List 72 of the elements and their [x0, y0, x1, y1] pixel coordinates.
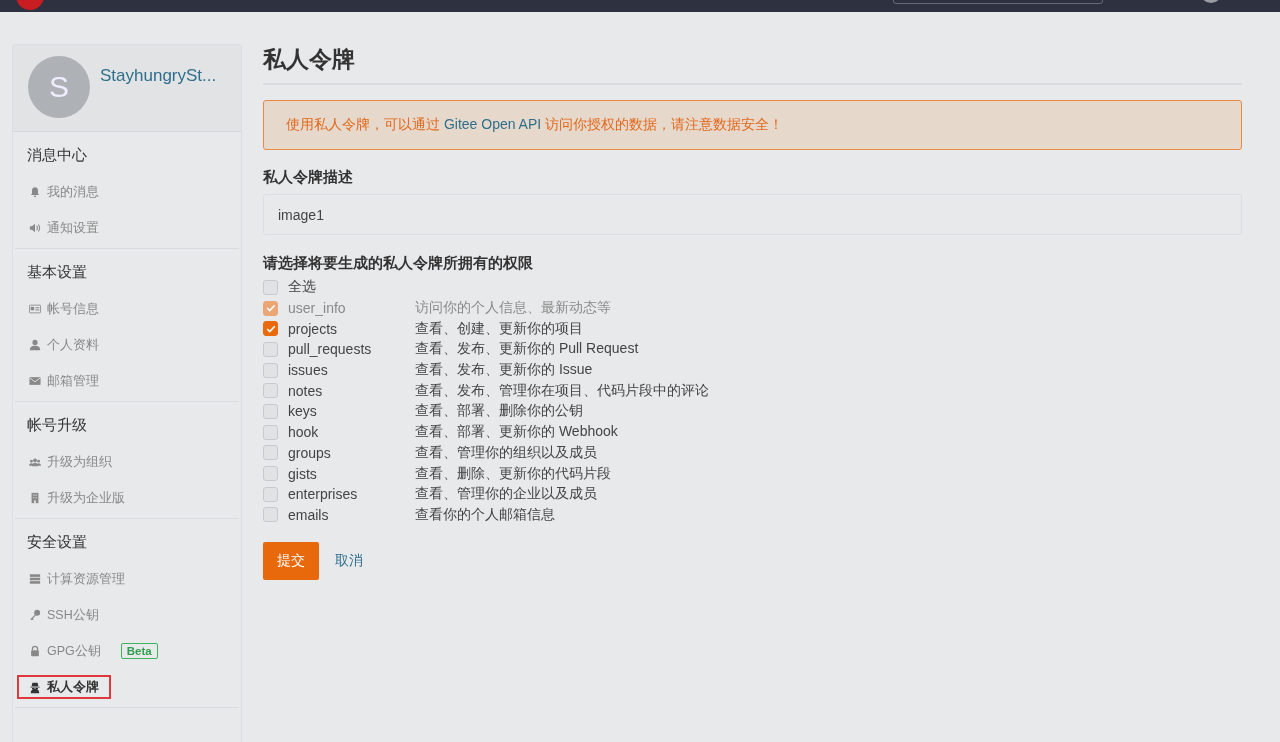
server-icon — [29, 573, 41, 585]
permission-name: keys — [288, 403, 318, 420]
permission-description: 查看、发布、更新你的 Issue — [415, 361, 593, 380]
permission-description: 查看、部署、更新你的 Webhook — [415, 423, 618, 442]
permissions-label: 请选择将要生成的私人令牌所拥有的权限 — [263, 254, 534, 273]
building-icon — [29, 492, 41, 504]
section-title: 基本设置 — [26, 263, 88, 282]
permission-checkbox[interactable] — [263, 445, 278, 461]
sidebar-item[interactable]: 通知设置 — [17, 213, 111, 243]
permission-name: issues — [288, 362, 329, 379]
bell-icon — [29, 186, 41, 198]
permission-description: 查看、管理你的企业以及成员 — [415, 485, 597, 504]
permission-checkbox[interactable] — [263, 383, 278, 399]
section-title: 安全设置 — [26, 533, 88, 552]
sidebar-item[interactable]: 升级为企业版 — [17, 483, 137, 513]
permission-checkbox[interactable] — [263, 486, 278, 502]
permission-description: 查看你的个人邮箱信息 — [415, 505, 555, 524]
sidebar-item[interactable]: 帐号信息 — [17, 294, 111, 324]
sidebar-item[interactable]: SSH公钥 — [17, 600, 111, 630]
id-card-icon — [29, 303, 41, 315]
api-link[interactable]: Gitee Open API — [443, 116, 542, 132]
section-title: 帐号升级 — [26, 416, 88, 435]
sidebar-item[interactable]: 我的消息 — [17, 177, 111, 207]
permission-checkbox[interactable] — [263, 424, 278, 440]
speaker-icon — [29, 222, 41, 234]
permission-checkbox[interactable] — [263, 362, 278, 378]
spy-icon — [29, 681, 41, 694]
section-title: 消息中心 — [26, 146, 88, 165]
select-all-checkbox[interactable] — [263, 279, 278, 295]
permission-name: emails — [288, 506, 330, 523]
permission-description: 访问你的个人信息、最新动态等 — [415, 299, 611, 318]
key-icon — [29, 609, 41, 621]
envelope-icon — [29, 375, 41, 387]
permission-description: 查看、发布、更新你的 Pull Request — [415, 340, 639, 359]
beta-badge: Beta — [120, 643, 158, 659]
permission-name: projects — [288, 320, 339, 337]
sidebar-item[interactable]: 个人资料 — [17, 330, 111, 360]
permission-description: 查看、删除、更新你的代码片段 — [415, 464, 611, 483]
username-link[interactable]: StayhungrySt... — [100, 66, 217, 121]
permission-description: 查看、部署、删除你的公钥 — [415, 402, 583, 421]
page-title: 私人令牌 — [263, 44, 1242, 85]
permission-checkbox[interactable] — [263, 466, 278, 482]
permission-checkbox[interactable] — [263, 321, 278, 337]
field-label: 私人令牌描述 — [263, 168, 354, 187]
sidebar-item[interactable]: 计算资源管理 — [17, 564, 137, 594]
sidebar-item[interactable]: GPG公钥 — [17, 636, 113, 666]
select-all-label: 全选 — [288, 278, 317, 297]
permission-name: notes — [288, 382, 324, 399]
permission-name: enterprises — [288, 486, 359, 503]
cancel-link[interactable]: 取消 — [335, 552, 363, 571]
permission-checkbox[interactable] — [263, 403, 278, 419]
sidebar-item[interactable]: 私人令牌 — [17, 675, 111, 699]
permission-name: user_info — [288, 300, 347, 317]
user-icon — [29, 339, 41, 351]
sidebar-item[interactable]: 升级为组织 — [17, 447, 124, 477]
check-icon — [265, 323, 276, 334]
avatar[interactable]: S — [28, 56, 90, 118]
submit-button[interactable]: 提交 — [263, 542, 319, 581]
permission-description: 查看、发布、管理你在项目、代码片段中的评论 — [415, 381, 709, 400]
permission-checkbox[interactable] — [263, 507, 278, 523]
sidebar-item[interactable]: 邮箱管理 — [17, 366, 111, 396]
lock-icon — [29, 645, 41, 657]
permission-description: 查看、创建、更新你的项目 — [415, 319, 583, 338]
permission-description: 查看、管理你的组织以及成员 — [415, 443, 597, 462]
permission-name: pull_requests — [288, 341, 373, 358]
permission-checkbox[interactable] — [263, 341, 278, 357]
notice-text: 使用私人令牌，可以通过 Gitee Open API 访问你授权的数据，请注意数据安全！ — [286, 116, 784, 132]
permission-name: gists — [288, 465, 318, 482]
permission-name: groups — [288, 444, 332, 461]
description-input[interactable]: image1 — [263, 194, 1242, 235]
permission-name: hook — [288, 424, 320, 441]
users-icon — [29, 456, 41, 468]
